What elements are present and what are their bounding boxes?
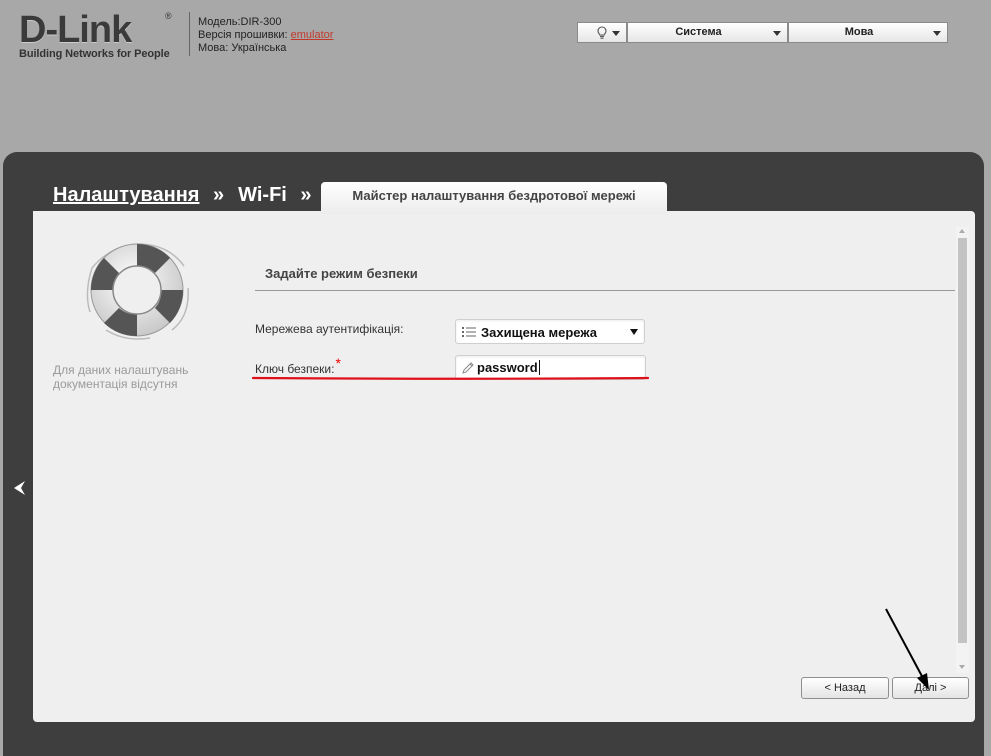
system-menu-label: Система [675,26,722,38]
breadcrumb-settings-link[interactable]: Налаштування [53,184,199,206]
logo-text: D-Link [19,9,132,51]
scroll-down-icon[interactable] [959,665,965,669]
tips-menu-button[interactable] [577,22,627,43]
chevron-down-icon [612,31,620,36]
chevron-down-icon [933,31,941,36]
scrollbar-thumb[interactable] [958,238,967,643]
security-key-value: password [477,360,540,375]
language-menu-label: Мова [844,26,874,38]
device-info: Модель:DIR-300 Версія прошивки: emulator… [198,16,333,55]
chevron-down-icon [773,31,781,36]
no-documentation-note: Для даних налаштувань документація відсу… [53,363,189,391]
list-icon [462,327,476,337]
dropdown-arrow-icon [630,329,638,335]
tab-wireless-wizard[interactable]: Майстер налаштування бездротової мережі [321,182,667,214]
firmware-label: Версія прошивки: [198,29,288,41]
header-divider [189,12,190,56]
logo-tagline: Building Networks for People [19,48,170,60]
annotation-arrow-icon [885,608,929,690]
section-title: Задайте режим безпеки [265,266,418,281]
security-key-label: Ключ безпеки:* [255,355,341,376]
model-info: Модель:DIR-300 [198,16,282,28]
firmware-info: Версія прошивки: emulator [198,29,333,42]
breadcrumb: Налаштування » Wi-Fi » [53,184,326,207]
auth-select-value: Захищена мережа [481,325,597,340]
pencil-icon [462,362,474,374]
lifebuoy-icon [86,243,189,340]
security-key-label-text: Ключ безпеки: [255,362,335,376]
red-annotation-underline [252,376,649,380]
back-arrow-icon[interactable] [11,478,27,498]
system-menu-button[interactable]: Система [627,22,788,43]
breadcrumb-wifi[interactable]: Wi-Fi [238,184,287,206]
breadcrumb-separator: » [213,184,225,206]
back-button[interactable]: < Назад [801,677,889,699]
logo-registered-mark: ® [165,11,172,21]
auth-select[interactable]: Захищена мережа [455,319,645,344]
language-info: Мова: Українська [198,42,287,54]
dlink-logo: D-Link ® Building Networks for People [19,9,184,62]
breadcrumb-separator: » [300,184,312,206]
required-marker: * [335,355,341,371]
scroll-up-icon[interactable] [959,229,965,233]
lightbulb-icon [597,26,607,39]
section-divider [255,290,955,291]
firmware-link[interactable]: emulator [291,29,334,41]
language-menu-button[interactable]: Мова [788,22,948,43]
auth-label: Мережева аутентифікація: [255,322,404,336]
